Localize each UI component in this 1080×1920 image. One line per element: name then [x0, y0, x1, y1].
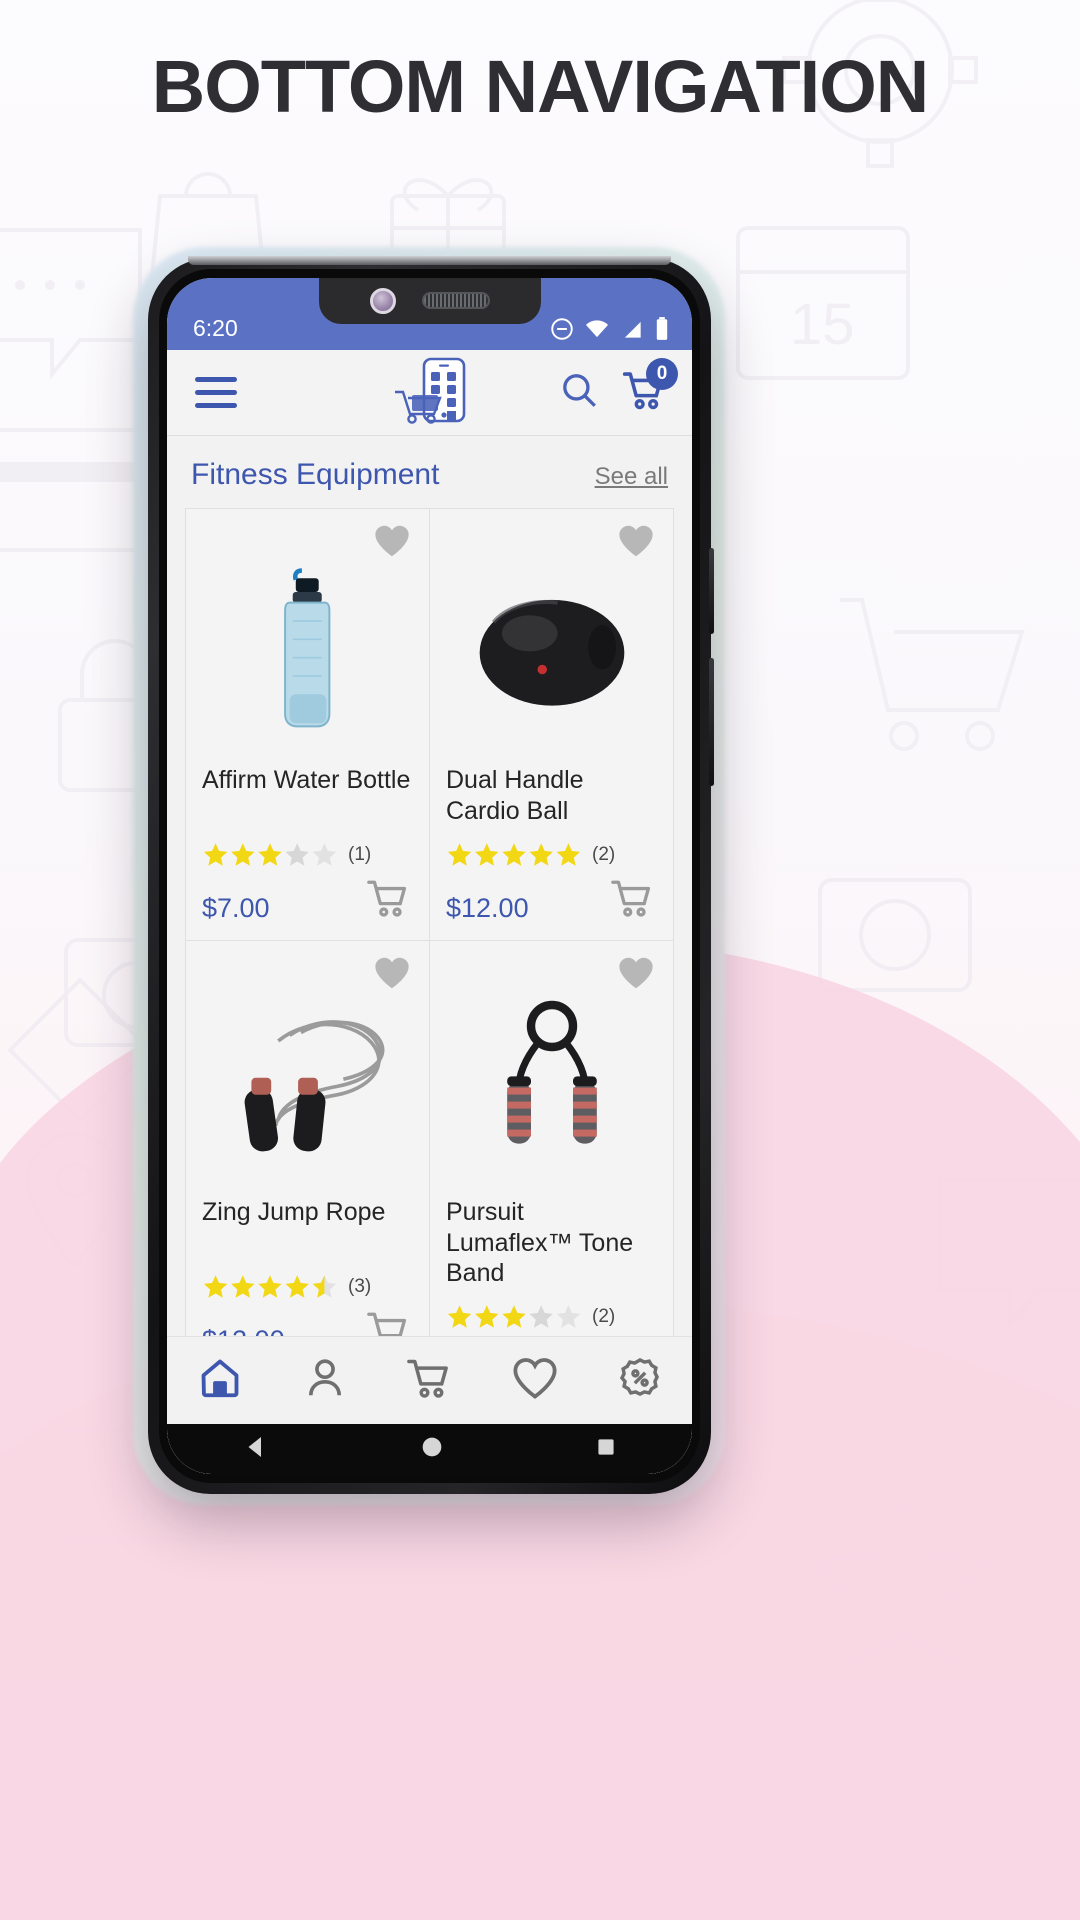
product-rating: (2)	[446, 841, 657, 869]
phone-notch	[318, 278, 541, 324]
phone-power-button	[709, 548, 714, 634]
wishlist-heart-icon[interactable]	[617, 955, 655, 995]
wishlist-heart-icon[interactable]	[373, 523, 411, 563]
page-title: BOTTOM NAVIGATION	[151, 45, 929, 128]
product-card[interactable]: Affirm Water Bottle (1) $7.00	[186, 509, 429, 940]
percent-gear-icon	[617, 1355, 663, 1406]
svg-text:15: 15	[790, 292, 855, 357]
phone-mockup: 6:20 0 Fitness Equipment See all Affirm …	[148, 256, 714, 1494]
review-count: (2)	[592, 1305, 616, 1327]
product-price: $12.00	[446, 893, 529, 923]
product-image	[446, 557, 657, 743]
phone-top-rim	[188, 256, 671, 265]
see-all-link-fitness[interactable]: See all	[595, 463, 668, 491]
nav-item-account[interactable]	[282, 1338, 368, 1424]
battery-icon	[654, 316, 670, 342]
do-not-disturb-icon	[549, 316, 575, 342]
nav-item-offers[interactable]	[597, 1338, 683, 1424]
product-name: Dual Handle Cardio Ball	[446, 766, 584, 825]
product-card[interactable]: Pursuit Lumaflex™ Tone Band (2)	[430, 941, 673, 1402]
app-content: Fitness Equipment See all Affirm Water B…	[167, 436, 692, 1474]
star-rating-icons	[446, 841, 582, 869]
cart-button[interactable]: 0	[622, 358, 678, 417]
phone-volume-button	[709, 658, 714, 786]
status-bar-icons	[549, 316, 670, 342]
status-bar-time: 6:20	[193, 315, 238, 341]
cart-badge-count: 0	[646, 358, 678, 390]
home-icon	[197, 1355, 243, 1406]
review-count: (1)	[348, 844, 372, 865]
earpiece-speaker	[421, 292, 490, 309]
nav-item-wishlist[interactable]	[492, 1338, 578, 1424]
star-rating-icons	[202, 841, 338, 869]
star-rating-icons	[446, 1303, 582, 1331]
cart-icon	[406, 1356, 454, 1405]
phone-screen: 6:20 0 Fitness Equipment See all Affirm …	[167, 278, 692, 1474]
product-image	[446, 989, 657, 1175]
add-to-cart-icon[interactable]	[609, 877, 657, 924]
product-image	[202, 557, 413, 743]
wishlist-heart-icon[interactable]	[373, 955, 411, 995]
product-image	[202, 989, 413, 1175]
product-rating: (3)	[202, 1273, 413, 1301]
front-camera-icon	[369, 287, 396, 314]
product-card[interactable]: Dual Handle Cardio Ball (2) $12.00	[430, 509, 673, 940]
signal-icon	[619, 316, 645, 342]
app-header: 0	[167, 350, 692, 436]
review-count: (2)	[592, 844, 616, 865]
product-price: $7.00	[202, 893, 270, 923]
product-name: Pursuit Lumaflex™ Tone Band	[446, 1198, 634, 1287]
search-icon[interactable]	[558, 369, 600, 416]
product-rating: (1)	[202, 841, 413, 869]
recents-square-icon[interactable]	[593, 1434, 619, 1465]
section-title: Fitness Equipment	[191, 458, 440, 491]
nav-item-cart[interactable]	[387, 1338, 473, 1424]
nav-item-home[interactable]	[177, 1338, 263, 1424]
add-to-cart-icon[interactable]	[365, 877, 413, 924]
star-rating-icons	[202, 1273, 338, 1301]
section-header-fitness: Fitness Equipment See all	[167, 436, 692, 508]
user-icon	[302, 1355, 348, 1406]
app-logo-icon[interactable]	[391, 355, 469, 430]
back-triangle-icon[interactable]	[241, 1432, 271, 1467]
review-count: (3)	[348, 1276, 372, 1297]
product-rating: (2)	[446, 1303, 657, 1331]
product-name: Zing Jump Rope	[202, 1198, 386, 1226]
status-bar: 6:20	[167, 278, 692, 350]
home-circle-icon[interactable]	[418, 1433, 446, 1466]
menu-icon[interactable]	[193, 371, 239, 414]
product-card[interactable]: Zing Jump Rope (3)	[186, 941, 429, 1402]
android-navigation-bar	[167, 1424, 692, 1474]
wifi-icon	[584, 316, 610, 342]
wishlist-heart-icon[interactable]	[617, 523, 655, 563]
product-name: Affirm Water Bottle	[202, 766, 411, 794]
bottom-navigation-bar	[167, 1336, 692, 1424]
heart-icon	[511, 1356, 559, 1405]
product-grid: Affirm Water Bottle (1) $7.00 Dual Handl…	[185, 508, 674, 1403]
